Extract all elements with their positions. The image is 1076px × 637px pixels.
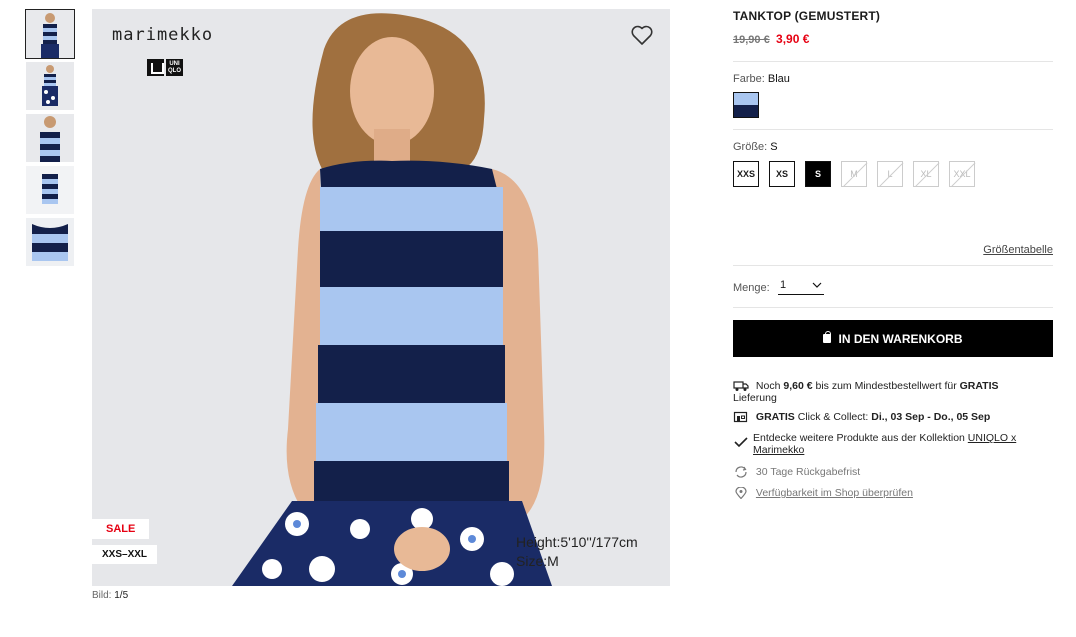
add-to-cart-label: IN DEN WARENKORB xyxy=(838,331,963,346)
collect-gratis: GRATIS xyxy=(755,411,795,423)
image-counter: Bild: 1/5 xyxy=(92,590,128,601)
quantity-label: Menge: xyxy=(733,282,770,294)
product-title: TANKTOP (GEMUSTERT) xyxy=(733,9,881,23)
returns-text: 30 Tage Rückgabefrist xyxy=(755,466,861,478)
uniqlo-logo-jp-mark xyxy=(147,59,164,76)
swatch-dark-stripe xyxy=(734,105,758,117)
shipping-amount: 9,60 € xyxy=(783,380,813,392)
thumbnail-image xyxy=(26,218,74,266)
store-availability: Verfügbarkeit im Shop überprüfen xyxy=(733,487,913,500)
model-info: Height:5'10''/177cm Size:M xyxy=(516,533,638,571)
swatch-light-stripe xyxy=(734,93,758,105)
size-option-m[interactable]: M xyxy=(841,161,867,187)
return-arrows-icon xyxy=(735,466,747,478)
shipping-pre: Noch xyxy=(755,380,781,392)
thumbnail-1[interactable] xyxy=(25,9,75,59)
quantity-value: 1 xyxy=(780,279,787,291)
divider xyxy=(733,129,1053,130)
checkmark-icon xyxy=(734,437,748,448)
size-range-badge: XXS–XXL xyxy=(92,545,158,564)
shopping-bag-icon xyxy=(823,331,832,343)
image-counter-label: Bild: xyxy=(92,590,112,601)
shipping-info: Noch 9,60 € bis zum Mindestbestellwert f… xyxy=(733,380,1033,404)
color-label-text: Farbe: xyxy=(733,73,765,85)
size-option-xs[interactable]: XS xyxy=(769,161,795,187)
size-value: S xyxy=(770,141,778,153)
chevron-down-icon xyxy=(812,282,822,288)
image-counter-value: 1/5 xyxy=(114,590,129,601)
size-option-s[interactable]: S xyxy=(805,161,831,187)
click-collect-info: GRATIS Click & Collect: Di., 03 Sep - Do… xyxy=(733,411,990,423)
size-label-text: Größe: xyxy=(733,141,768,153)
store-icon xyxy=(733,412,748,423)
shipping-post: Lieferung xyxy=(733,392,777,405)
thumbnail-image xyxy=(26,166,74,214)
quantity-select[interactable]: 1 xyxy=(778,279,824,295)
heart-icon[interactable] xyxy=(630,23,654,47)
model-size: Size:M xyxy=(516,553,559,569)
model-photo xyxy=(92,9,670,586)
uniqlo-logo: UNI QLO xyxy=(147,59,183,76)
add-to-cart-button[interactable]: IN DEN WARENKORB xyxy=(733,320,1053,357)
shipping-mid: bis zum Mindestbestellwert für xyxy=(815,380,957,392)
divider xyxy=(733,61,1053,62)
thumbnail-2[interactable] xyxy=(26,62,74,110)
thumbnail-4[interactable] xyxy=(26,166,74,214)
thumbnail-3[interactable] xyxy=(26,114,74,162)
size-option-xxs[interactable]: XXS xyxy=(733,161,759,187)
location-pin-icon xyxy=(735,487,747,500)
size-chart-link[interactable]: Größentabelle xyxy=(983,244,1053,256)
thumbnail-5[interactable] xyxy=(26,218,74,266)
divider xyxy=(733,307,1053,308)
color-value: Blau xyxy=(767,73,790,85)
returns-info: 30 Tage Rückgabefrist xyxy=(733,466,860,478)
thumbnail-image xyxy=(26,62,74,110)
size-option-xxl[interactable]: XXL xyxy=(949,161,975,187)
model-height: Height:5'10''/177cm xyxy=(516,534,638,550)
brand-logo-marimekko: marimekko xyxy=(112,25,214,45)
thumbnail-image xyxy=(26,10,74,58)
color-label: Farbe: Blau xyxy=(733,73,790,85)
collect-dates: Di., 03 Sep - Do., 05 Sep xyxy=(871,411,991,423)
collection-info: Entdecke weitere Produkte aus der Kollek… xyxy=(733,432,1043,456)
size-selector: XXS XS S M L XL XXL xyxy=(733,161,975,187)
thumbnail-list xyxy=(25,9,75,270)
product-main-image[interactable]: marimekko UNI QLO SALE XXS–XXL Height:5'… xyxy=(92,9,670,586)
collection-text: Entdecke weitere Produkte aus der Kollek… xyxy=(753,432,965,444)
thumbnail-image xyxy=(26,114,74,162)
color-swatch-blue[interactable] xyxy=(733,92,759,118)
divider xyxy=(733,265,1053,266)
store-availability-link[interactable]: Verfügbarkeit im Shop überprüfen xyxy=(756,487,913,499)
shipping-gratis: GRATIS xyxy=(959,380,999,392)
collect-text: Click & Collect: xyxy=(797,411,869,423)
sale-price: 3,90 € xyxy=(776,32,810,46)
size-option-l[interactable]: L xyxy=(877,161,903,187)
truck-icon xyxy=(733,381,749,392)
size-label: Größe: S xyxy=(733,141,778,153)
uniqlo-logo-text: UNI QLO xyxy=(166,59,183,76)
old-price: 19,90 € xyxy=(733,34,770,46)
size-option-xl[interactable]: XL xyxy=(913,161,939,187)
sale-badge: SALE xyxy=(92,519,150,539)
product-price: 19,90 € 3,90 € xyxy=(733,32,809,46)
